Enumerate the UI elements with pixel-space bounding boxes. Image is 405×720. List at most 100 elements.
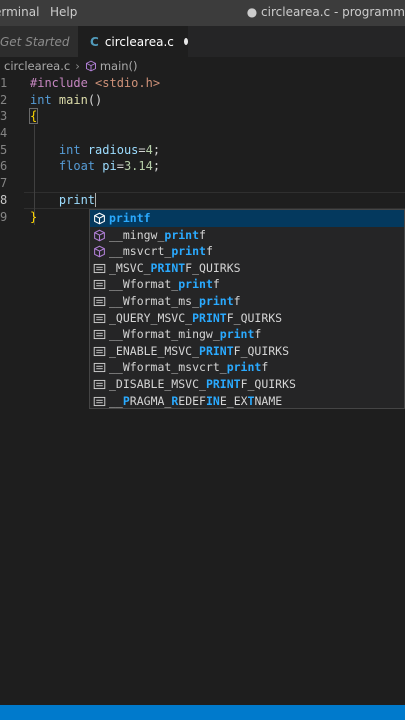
- suggestion-item[interactable]: _ENABLE_MSVC_PRINTF_QUIRKS: [90, 343, 404, 360]
- match-highlight: print: [199, 293, 234, 308]
- line-number: 2: [0, 92, 8, 107]
- match-highlight: print: [226, 360, 262, 375]
- suggestion-text: f: [212, 277, 220, 292]
- suggestion-item[interactable]: printf: [90, 210, 404, 227]
- tab-label: circlearea.c: [104, 34, 174, 49]
- suggestion-item[interactable]: __PRAGMA_REDEFINE_EXTNAME: [90, 393, 404, 410]
- match-highlight: PRINT: [199, 343, 234, 358]
- text-icon: [93, 278, 106, 291]
- match-highlight: P: [122, 393, 130, 408]
- code-token: (): [87, 92, 103, 107]
- code-token: main: [58, 92, 88, 107]
- line-number: 9: [0, 209, 8, 224]
- match-highlight: print: [171, 244, 206, 259]
- code-token: {: [28, 108, 39, 125]
- tab-get-started[interactable]: Get Started: [0, 26, 78, 57]
- line-number: 4: [0, 126, 8, 141]
- code-token: int: [58, 142, 81, 157]
- suggestion-text: f: [233, 293, 241, 308]
- suggestion-text: _DISABLE_MSVC_: [109, 376, 206, 391]
- code-token: int: [30, 92, 52, 107]
- code-line[interactable]: float pi=3.14;: [30, 158, 160, 175]
- suggestion-text: f: [199, 227, 206, 242]
- code-lines[interactable]: #include <stdio.h> int main(){ int radiou…: [28, 75, 160, 225]
- suggestion-text: _MSVC_: [109, 260, 151, 275]
- suggestion-text: __msvcrt_: [109, 244, 172, 259]
- line-number-gutter: 1 2 3 45 6 78 9: [0, 75, 22, 225]
- code-line[interactable]: {: [28, 108, 160, 125]
- suggestion-text: f: [254, 327, 262, 342]
- breadcrumb-symbol[interactable]: main(): [100, 59, 138, 73]
- suggestion-item[interactable]: __Wformat_printf: [90, 276, 404, 293]
- code-line[interactable]: #include <stdio.h>: [30, 75, 160, 92]
- code-token: float: [58, 159, 96, 174]
- text-icon: [93, 361, 106, 374]
- suggestion-item[interactable]: _MSVC_PRINTF_QUIRKS: [90, 260, 404, 277]
- suggest-widget[interactable]: printf __mingw_printf __msvcrt_printf _MSVC…: [89, 209, 405, 409]
- code-token: <stdio.h>: [95, 76, 161, 90]
- match-highlight: PRINT: [205, 376, 241, 391]
- suggestion-item[interactable]: _DISABLE_MSVC_PRINTF_QUIRKS: [90, 376, 404, 393]
- suggestion-text: f: [261, 360, 269, 375]
- suggestion-text: NAME: [254, 393, 283, 408]
- c-file-icon: C: [90, 34, 99, 49]
- menu-terminal[interactable]: erminal: [0, 5, 39, 19]
- suggestion-item[interactable]: __Wformat_ms_printf: [90, 293, 404, 310]
- suggestion-item[interactable]: __Wformat_msvcrt_printf: [90, 359, 404, 376]
- suggestion-item[interactable]: __mingw_printf: [90, 227, 404, 244]
- code-token: }: [30, 209, 38, 224]
- suggestion-text: f: [205, 244, 213, 259]
- suggestion-text: __Wformat_mingw_: [109, 327, 220, 342]
- code-line[interactable]: int radious=4;: [30, 142, 160, 159]
- line-number: 6: [0, 159, 8, 174]
- suggestion-item[interactable]: __Wformat_mingw_printf: [90, 326, 404, 343]
- code-token: ;: [152, 159, 161, 174]
- method-cube-icon: [93, 229, 106, 242]
- text-icon: [93, 345, 106, 358]
- suggestion-text: RAGMA_: [129, 393, 172, 408]
- code-line[interactable]: print: [30, 192, 160, 209]
- suggestion-text: F_QUIRKS: [185, 260, 241, 275]
- match-highlight: printf: [109, 211, 151, 225]
- unsaved-dot-icon[interactable]: [183, 38, 188, 45]
- tab-circlearea-c[interactable]: C circlearea.c: [78, 26, 188, 57]
- suggestion-item[interactable]: __msvcrt_printf: [90, 243, 404, 260]
- suggestion-text: F_QUIRKS: [226, 310, 283, 325]
- code-line[interactable]: int main(): [30, 92, 160, 109]
- method-cube-icon: [93, 245, 106, 258]
- code-line[interactable]: [30, 175, 160, 192]
- suggestion-text: F_QUIRKS: [233, 343, 290, 358]
- suggestion-text: __: [109, 393, 123, 408]
- text-cursor: [95, 193, 97, 208]
- match-highlight: PRINT: [192, 310, 227, 325]
- code-token: print: [58, 192, 96, 207]
- code-token: 3.14: [123, 159, 153, 174]
- code-line[interactable]: [30, 125, 160, 142]
- method-cube-icon: [93, 212, 106, 225]
- suggestion-text: __Wformat_: [109, 277, 179, 292]
- suggestion-item[interactable]: _QUERY_MSVC_PRINTF_QUIRKS: [90, 310, 404, 327]
- window-title: ● circlearea.c - programm: [246, 5, 405, 19]
- text-icon: [93, 312, 106, 325]
- suggestion-text: _QUERY_MSVC_: [109, 310, 193, 325]
- status-bar: [0, 705, 405, 720]
- breadcrumb-file[interactable]: circlearea.c: [4, 59, 70, 73]
- line-number: 7: [0, 176, 8, 191]
- tab-bar: Get Started C circlearea.c: [0, 26, 405, 57]
- code-token: pi: [102, 159, 117, 174]
- menu-help[interactable]: Help: [50, 5, 77, 19]
- code-token: =: [138, 142, 146, 157]
- code-token: #include: [30, 76, 96, 90]
- line-number: 8: [0, 192, 8, 207]
- match-highlight: print: [219, 327, 255, 342]
- suggestion-text: _ENABLE_MSVC_: [109, 343, 200, 358]
- suggestion-text: __mingw_: [109, 227, 165, 242]
- text-icon: [93, 295, 106, 308]
- vscode-window: erminal Help ● circlearea.c - programm G…: [0, 0, 405, 720]
- line-number: 1: [0, 76, 8, 90]
